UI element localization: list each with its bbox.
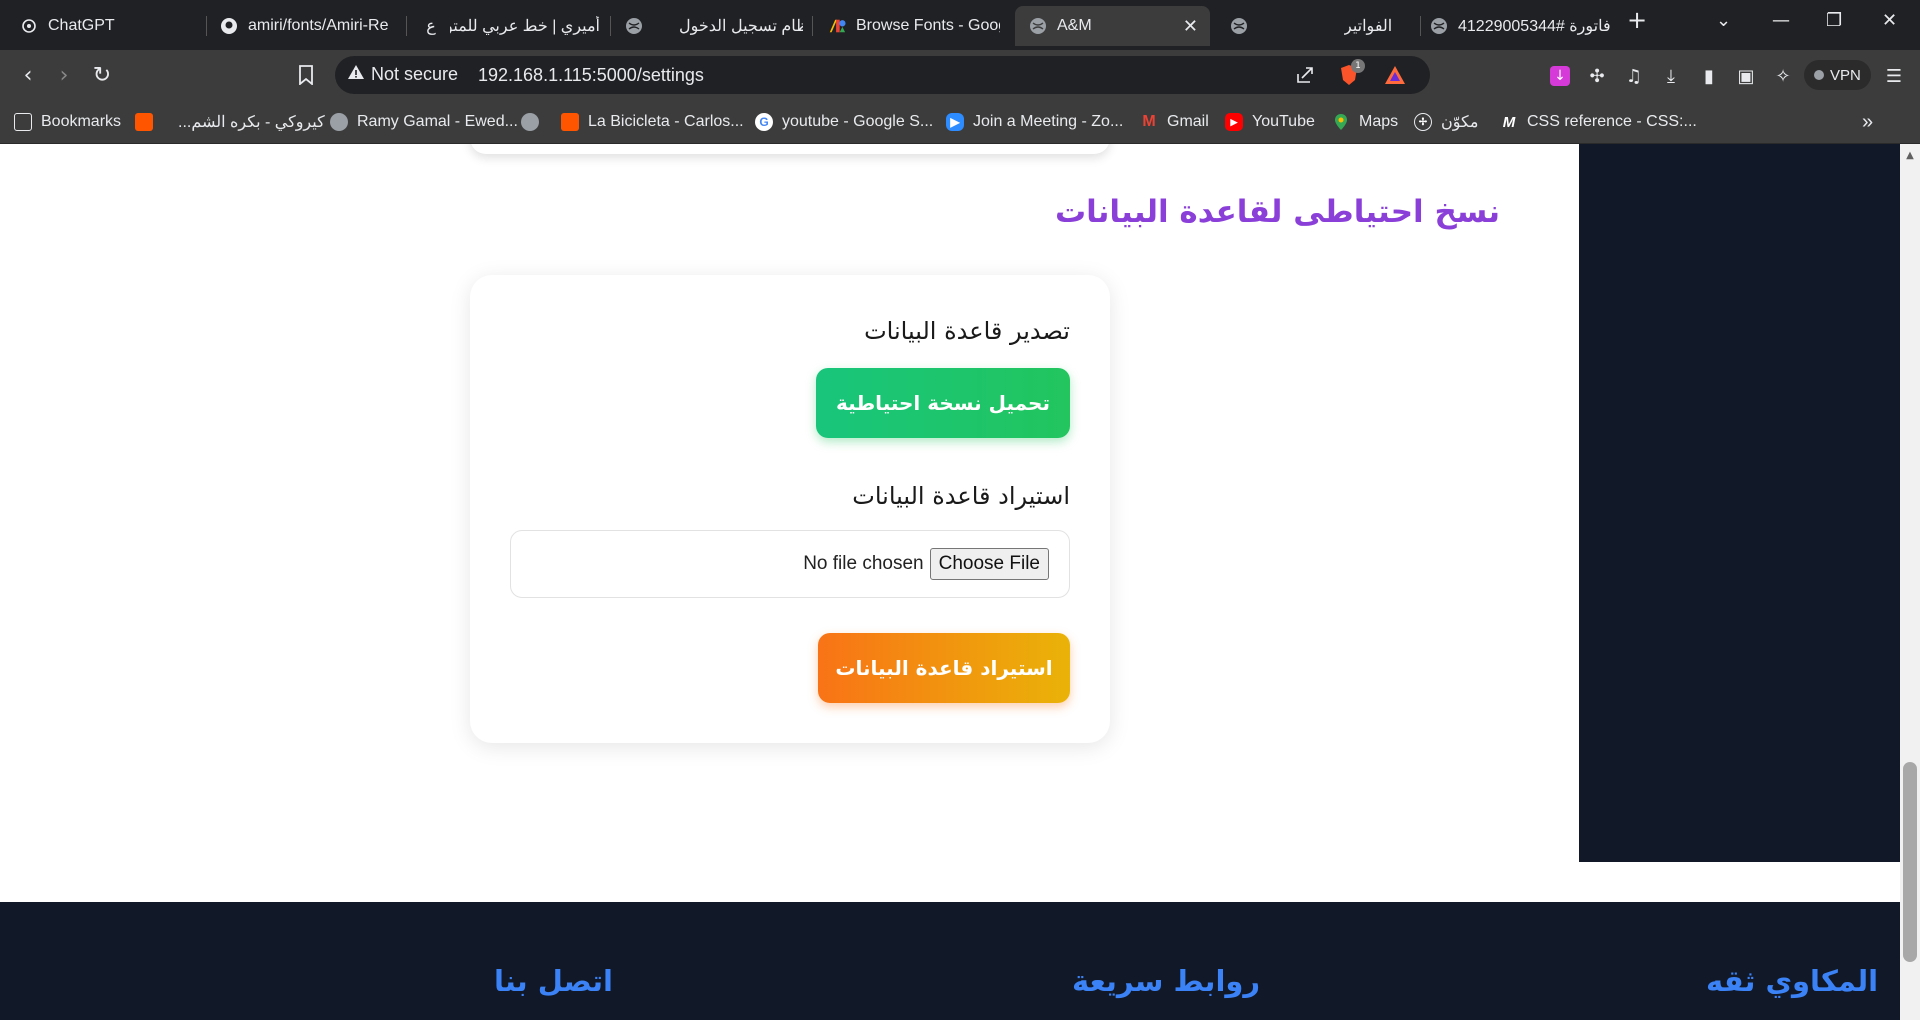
close-window-icon[interactable]: ✕ bbox=[1882, 10, 1897, 31]
import-database-button[interactable]: استيراد قاعدة البيانات bbox=[818, 633, 1070, 703]
openai-icon bbox=[20, 17, 38, 35]
backup-card: تصدير قاعدة البيانات تحميل نسخة احتياطية… bbox=[470, 275, 1110, 743]
export-label: تصدير قاعدة البيانات bbox=[864, 317, 1070, 345]
tab-invoice-detail[interactable]: فاتورة #41229005344 bbox=[1430, 6, 1620, 46]
download-manager-icon[interactable]: ↓ bbox=[1548, 64, 1572, 88]
brave-rewards-icon[interactable] bbox=[1383, 63, 1407, 87]
reload-icon[interactable]: ↻ bbox=[90, 63, 114, 88]
globe-icon bbox=[521, 113, 539, 131]
choose-file-button[interactable]: Choose File bbox=[929, 548, 1049, 580]
forward-arrow-icon[interactable]: › bbox=[52, 63, 76, 88]
more-bookmarks-chevron-icon[interactable]: » bbox=[1862, 110, 1873, 134]
bookmark-globe[interactable] bbox=[521, 110, 548, 134]
download-backup-button[interactable]: تحميل نسخة احتياطية bbox=[816, 368, 1070, 438]
zoom-icon: ▶ bbox=[946, 113, 964, 131]
mercedes-icon: ✢ bbox=[1414, 113, 1432, 131]
bookmark-page-icon[interactable] bbox=[294, 63, 318, 87]
bookmarks-bar: Bookmarks كيروكي - بكره الشم... Ramy Gam… bbox=[0, 100, 1920, 144]
close-tab-icon[interactable]: ✕ bbox=[1183, 16, 1198, 37]
bookmark-css-reference[interactable]: M CSS reference - CSS:... bbox=[1500, 110, 1697, 134]
scroll-up-arrow-icon[interactable]: ▲ bbox=[1903, 150, 1917, 162]
tab-invoices[interactable]: الفواتير bbox=[1230, 6, 1410, 46]
warning-triangle-icon bbox=[347, 64, 365, 85]
extensions-puzzle-icon[interactable]: ✣ bbox=[1585, 64, 1609, 88]
no-file-text: No file chosen bbox=[803, 553, 924, 574]
downloads-icon[interactable]: ⤓ bbox=[1659, 64, 1683, 88]
bookmark-bookmarks[interactable]: Bookmarks bbox=[14, 110, 121, 134]
tab-separator bbox=[1420, 16, 1421, 36]
tab-separator bbox=[206, 16, 207, 36]
footer-brand-heading: المكاوي ثقه bbox=[1706, 964, 1879, 998]
google-fonts-icon bbox=[828, 17, 846, 35]
globe-icon bbox=[1230, 17, 1248, 35]
bookmark-mercedes[interactable]: ✢ مكوّن bbox=[1414, 110, 1478, 134]
vpn-button[interactable]: VPN bbox=[1804, 60, 1871, 90]
soundcloud-icon bbox=[561, 113, 579, 131]
tab-amiri-font[interactable]: ع أميري | خط عربي للمتو bbox=[422, 6, 600, 46]
calligraphy-icon: ع bbox=[426, 18, 436, 35]
tab-login-system[interactable]: نظام تسجيل الدخول bbox=[625, 6, 803, 46]
tab-separator bbox=[610, 16, 611, 36]
browser-tab-strip: ChatGPT amiri/fonts/Amiri-Re ع أميري | خ… bbox=[0, 0, 1920, 50]
back-arrow-icon[interactable]: ‹ bbox=[16, 63, 40, 88]
bookmark-youtube-search[interactable]: G youtube - Google S... bbox=[755, 110, 933, 134]
bookmark-la-bicicleta[interactable]: La Bicicleta - Carlos... bbox=[561, 110, 744, 134]
minimize-icon[interactable]: — bbox=[1772, 10, 1790, 31]
footer-contact-heading: اتصل بنا bbox=[494, 964, 614, 998]
previous-card-edge bbox=[470, 144, 1110, 154]
youtube-icon: ▶ bbox=[1225, 113, 1243, 131]
section-title: نسخ احتياطى لقاعدة البيانات bbox=[1054, 194, 1500, 230]
tab-chatgpt[interactable]: ChatGPT bbox=[20, 6, 200, 46]
restore-icon[interactable]: ❐ bbox=[1826, 10, 1842, 31]
new-tab-plus-icon[interactable]: + bbox=[1627, 6, 1647, 34]
file-input[interactable]: No file chosen Choose File bbox=[510, 530, 1070, 598]
footer: اتصل بنا روابط سريعة المكاوي ثقه bbox=[0, 902, 1900, 1020]
bookmark-zoom[interactable]: ▶ Join a Meeting - Zo... bbox=[946, 110, 1123, 134]
bookmark-kiroky[interactable]: كيروكي - بكره الشم... bbox=[178, 110, 325, 134]
tab-am-active[interactable]: A&M ✕ bbox=[1015, 6, 1210, 46]
bookmark-gmail[interactable]: M Gmail bbox=[1140, 110, 1208, 134]
globe-icon bbox=[1029, 17, 1047, 35]
url-text[interactable]: 192.168.1.115:5000/settings bbox=[478, 65, 704, 86]
maps-icon bbox=[1332, 113, 1350, 131]
address-bar[interactable]: Not secure 192.168.1.115:5000/settings 1 bbox=[335, 56, 1430, 94]
mdn-icon: M bbox=[1502, 113, 1516, 131]
gmail-icon: M bbox=[1142, 113, 1156, 130]
leo-ai-icon[interactable]: ✧ bbox=[1771, 64, 1795, 88]
import-label: استيراد قاعدة البيانات bbox=[852, 482, 1070, 510]
bookmark-ramy-gamal[interactable]: Ramy Gamal - Ewed... bbox=[330, 110, 518, 134]
soundcloud-icon bbox=[135, 113, 153, 131]
bookmark-youtube[interactable]: ▶ YouTube bbox=[1225, 110, 1315, 134]
globe-icon bbox=[1430, 17, 1448, 35]
browser-toolbar: ‹ › ↻ Not secure 192.168.1.115:5000/sett… bbox=[0, 50, 1920, 100]
bookmarks-icon bbox=[14, 113, 32, 131]
tab-separator bbox=[406, 16, 407, 36]
wallet-icon[interactable]: ▣ bbox=[1734, 64, 1758, 88]
vpn-status-dot bbox=[1814, 70, 1824, 80]
brave-shields-icon[interactable]: 1 bbox=[1337, 59, 1365, 87]
footer-quick-links-heading: روابط سريعة bbox=[1072, 964, 1261, 998]
google-icon: G bbox=[755, 113, 773, 131]
tab-github-amiri[interactable]: amiri/fonts/Amiri-Re bbox=[220, 6, 392, 46]
globe-icon bbox=[330, 113, 348, 131]
bookmark-maps[interactable]: Maps bbox=[1332, 110, 1398, 134]
media-music-icon[interactable]: ♫ bbox=[1622, 64, 1646, 88]
globe-icon bbox=[625, 17, 643, 35]
sidebar-panel bbox=[1579, 144, 1900, 862]
tab-search-chevron-icon[interactable]: ⌄ bbox=[1716, 10, 1731, 31]
sidebar-toggle-icon[interactable]: ▮ bbox=[1697, 64, 1721, 88]
security-indicator[interactable]: Not secure bbox=[347, 64, 458, 85]
menu-hamburger-icon[interactable]: ☰ bbox=[1882, 64, 1906, 88]
github-icon bbox=[220, 17, 238, 35]
tab-separator bbox=[812, 16, 813, 36]
bookmark-soundcloud[interactable] bbox=[135, 110, 162, 134]
page-content: نسخ احتياطى لقاعدة البيانات تصدير قاعدة … bbox=[0, 144, 1900, 1020]
scrollbar-thumb[interactable] bbox=[1903, 762, 1917, 962]
shields-count-badge: 1 bbox=[1351, 59, 1365, 73]
tab-google-fonts[interactable]: Browse Fonts - Goog bbox=[828, 6, 1000, 46]
share-icon[interactable] bbox=[1293, 63, 1317, 87]
